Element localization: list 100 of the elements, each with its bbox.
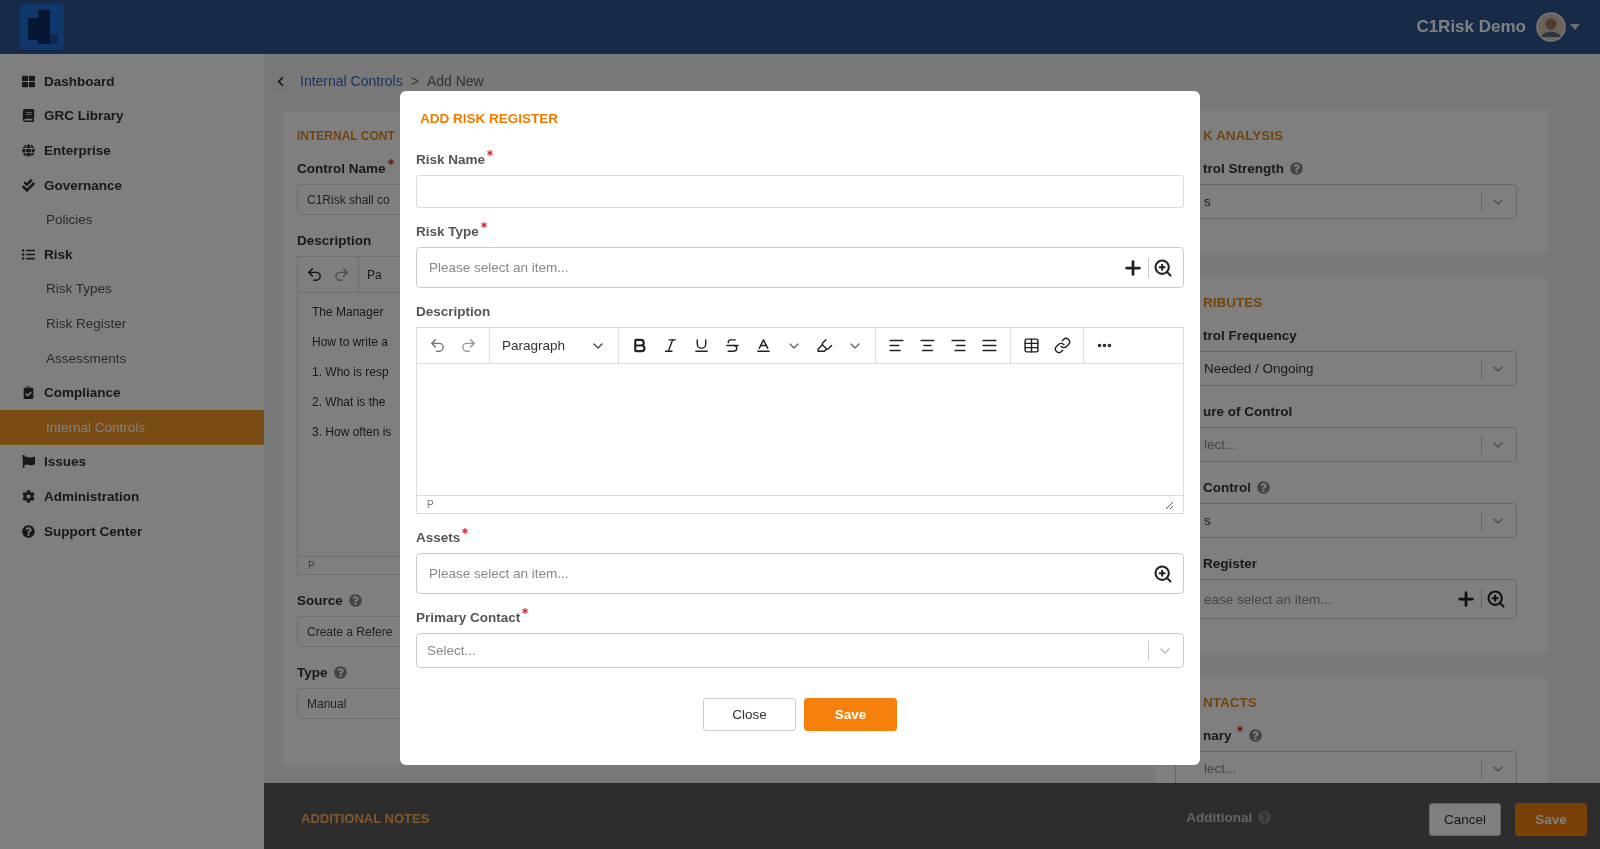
field-label: Register [1203,556,1258,571]
breadcrumb-current: Add New [426,73,484,89]
sidebar-item[interactable]: Support Center [0,513,264,549]
asterisk-icon [522,608,529,614]
asterisk-icon [487,150,494,156]
field-label: Source [297,593,343,608]
sidebar-item[interactable]: Governance [0,167,264,203]
sidebar-item[interactable]: Enterprise [0,133,264,168]
help-icon[interactable] [348,594,362,607]
field-label: trol Frequency [1203,328,1297,343]
card-title: RIBUTES [1202,295,1264,310]
element-path: P [427,499,434,510]
editor-text: The Manager [312,305,384,319]
sidebar-label: Risk [44,246,73,262]
lookup-field[interactable]: Please select an item... [416,553,1184,594]
clipboard-check-icon [22,386,35,400]
field-label: Risk Type [416,224,479,239]
flag-icon [22,455,35,469]
double-check-icon [22,178,35,192]
sidebar-item[interactable]: Risk Register [0,306,264,341]
avatar[interactable] [1536,12,1566,42]
field-label: Control Name [297,161,386,176]
sidebar-item[interactable]: Dashboard [0,64,264,99]
format-dropdown[interactable]: Paragraph [502,337,606,354]
help-icon[interactable] [1257,481,1270,494]
text-field[interactable] [416,175,1184,208]
sidebar-label: Compliance [44,385,121,401]
sidebar-item[interactable]: Risk Types [0,271,264,307]
sidebar-item[interactable]: Assessments [0,340,264,376]
asterisk-icon [1236,726,1243,732]
lookup-field[interactable]: Please select an item... [416,247,1184,288]
field-label: Type [297,665,328,680]
sidebar-label: Issues [44,454,87,470]
grid-icon [22,74,35,88]
field-label: Description [416,304,491,319]
sidebar-item[interactable]: GRC Library [0,98,264,134]
select-field[interactable]: Select... [416,633,1184,668]
undo-icon[interactable] [306,266,323,283]
editor-text: 3. How often is [312,425,392,439]
field-label: Control [1203,480,1251,495]
bold-icon[interactable] [631,337,648,354]
field-label: Primary Contact [416,610,521,625]
sidebar-label: Enterprise [44,143,111,158]
card-title: INTERNAL CONT [297,129,396,143]
field-label: Assets [416,530,461,545]
sidebar-item[interactable]: Issues [0,444,264,480]
search-icon[interactable] [1153,257,1173,278]
align-left-icon[interactable] [888,337,905,354]
sidebar-label: Support Center [44,523,143,539]
cancel-button[interactable]: Cancel [1429,803,1501,836]
asterisk-icon [387,159,394,165]
undo-icon[interactable] [429,337,446,354]
redo-icon[interactable] [460,337,477,354]
asterisk-icon [462,528,469,534]
align-justify-icon[interactable] [981,337,998,354]
editor-text: How to write a [312,335,389,349]
search-icon[interactable] [1153,563,1173,584]
caret-icon[interactable] [1570,24,1580,30]
list-icon [22,247,35,261]
link-icon[interactable] [1054,337,1071,354]
field-label: nary [1203,728,1232,743]
sidebar-item[interactable]: Risk [0,236,264,272]
editor-text: 1. Who is resp [312,365,389,379]
highlighter-icon[interactable] [816,337,833,354]
sidebar-item[interactable]: Administration [0,479,264,514]
close-button[interactable]: Close [703,698,796,731]
user-name[interactable]: C1Risk Demo [1416,17,1526,37]
help-icon[interactable] [1290,162,1303,175]
globe-icon [22,144,35,157]
modal-title: ADD RISK REGISTER [419,110,559,126]
help-icon [22,524,35,538]
sidebar-item[interactable]: Compliance [0,375,264,410]
editor-text: 2. What is the [312,395,386,409]
breadcrumb-link[interactable]: Internal Controls [300,73,403,89]
field-label: ure of Control [1203,404,1293,419]
sidebar-item[interactable]: Policies [0,202,264,237]
underline-icon[interactable] [693,337,710,354]
card-title: NTACTS [1202,695,1258,710]
breadcrumb-separator: > [410,73,419,89]
book-icon [22,109,35,123]
sidebar-label: Dashboard [44,73,115,89]
field-label: Risk Name [416,152,486,167]
align-center-icon[interactable] [919,337,936,354]
resize-handle-icon[interactable] [1165,500,1173,509]
strikethrough-icon[interactable] [724,337,741,354]
section-title: ADDITIONAL NOTES [301,811,430,826]
text-color-icon[interactable] [755,337,772,354]
sidebar-label: Governance [44,177,123,193]
italic-icon[interactable] [662,337,679,354]
sidebar-label: Administration [44,488,140,504]
field-label: Description [297,233,372,248]
table-icon[interactable] [1023,337,1040,354]
align-right-icon[interactable] [950,337,967,354]
card-title: K ANALYSIS [1202,128,1285,143]
help-icon[interactable] [1248,729,1262,742]
help-icon[interactable] [333,666,347,679]
element-path: P [308,560,315,571]
sidebar-label: GRC Library [44,108,124,124]
save-button[interactable]: Save [804,698,897,731]
rich-text-editor[interactable]: Paragraph P [416,327,1184,514]
